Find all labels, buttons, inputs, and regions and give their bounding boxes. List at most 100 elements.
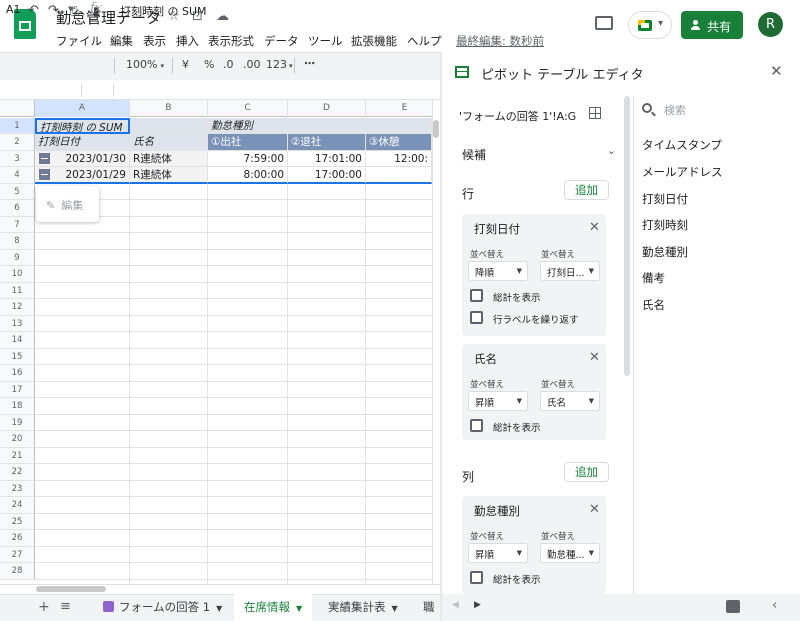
empty-row[interactable] <box>35 398 432 415</box>
number-format-select[interactable]: 123 ▾ <box>266 58 293 71</box>
cell-a4[interactable]: 2023/01/29 <box>35 167 130 184</box>
row-header[interactable]: 27 <box>0 546 35 563</box>
chevron-down-icon[interactable]: ▼ <box>216 604 222 613</box>
row-header[interactable]: 6 <box>0 200 35 217</box>
row-header[interactable]: 26 <box>0 530 35 547</box>
field-item[interactable]: タイムスタンプ <box>642 137 722 153</box>
decrease-decimal-button[interactable]: .0 <box>223 58 234 71</box>
empty-row[interactable] <box>35 514 432 530</box>
row-header[interactable]: 9 <box>0 249 35 266</box>
column-header-d[interactable]: D <box>288 100 366 117</box>
sheet-tab-summary[interactable]: 実績集計表 ▼ <box>318 594 408 621</box>
empty-row[interactable] <box>35 250 432 266</box>
menu-tools[interactable]: ツール <box>308 33 343 49</box>
row-header[interactable]: 13 <box>0 315 35 332</box>
add-column-button[interactable]: 追加 <box>564 462 609 482</box>
sort-order-select[interactable]: 昇順 ▼ <box>468 543 528 563</box>
share-button[interactable]: 共有 <box>681 11 743 39</box>
more-button[interactable]: ⋯ <box>304 57 315 70</box>
cell-d4[interactable]: 17:00:00 <box>288 167 366 184</box>
field-item[interactable]: 打刻日付 <box>642 191 688 207</box>
close-icon[interactable]: ✕ <box>589 350 600 365</box>
show-totals-checkbox[interactable] <box>470 571 483 584</box>
empty-row[interactable] <box>35 316 432 332</box>
explore-icon[interactable] <box>726 600 740 613</box>
field-item[interactable]: メールアドレス <box>642 164 723 180</box>
collapse-icon[interactable] <box>39 169 50 180</box>
row-header[interactable]: 12 <box>0 299 35 316</box>
empty-row[interactable] <box>35 547 432 563</box>
column-header-b[interactable]: B <box>130 100 208 117</box>
vertical-scroll-thumb[interactable] <box>433 120 439 138</box>
empty-row[interactable] <box>35 299 432 316</box>
sheet-tab-partial[interactable]: 職 <box>413 594 439 621</box>
add-row-button[interactable]: 追加 <box>564 180 609 200</box>
row-header[interactable]: 16 <box>0 365 35 382</box>
field-item[interactable]: 勤怠種別 <box>642 244 688 260</box>
row-header[interactable]: 23 <box>0 480 35 497</box>
row-header[interactable]: 4 <box>0 167 35 184</box>
row-header[interactable]: 18 <box>0 398 35 415</box>
percent-button[interactable]: % <box>204 58 214 71</box>
empty-row[interactable] <box>35 563 432 580</box>
cell-b3[interactable]: R連続体 <box>130 150 208 167</box>
menu-insert[interactable]: 挿入 <box>176 33 199 49</box>
cell-a3[interactable]: 2023/01/30 <box>35 150 130 167</box>
empty-row[interactable] <box>35 481 432 497</box>
menu-format[interactable]: 表示形式 <box>208 33 254 49</box>
show-totals-checkbox[interactable] <box>470 419 483 432</box>
show-totals-checkbox[interactable] <box>470 289 483 302</box>
empty-row[interactable] <box>35 349 432 365</box>
row-header[interactable]: 17 <box>0 381 35 398</box>
row-header[interactable]: 11 <box>0 282 35 299</box>
cell-b2[interactable]: 氏名 <box>130 134 208 151</box>
chevron-down-icon[interactable]: ⌄ <box>607 144 616 157</box>
cell-b1[interactable] <box>130 117 208 134</box>
cell-b4[interactable]: R連続体 <box>130 167 208 184</box>
sort-by-select[interactable]: 勤怠種... ▼ <box>540 543 600 563</box>
close-icon[interactable]: ✕ <box>589 220 600 235</box>
vertical-scrollbar[interactable] <box>432 100 440 584</box>
zoom-select[interactable]: 100% ▾ <box>126 58 164 71</box>
menu-view[interactable]: 表示 <box>143 33 166 49</box>
row-header[interactable]: 24 <box>0 497 35 514</box>
row-header[interactable]: 21 <box>0 447 35 464</box>
chevron-down-icon[interactable]: ▼ <box>296 604 302 613</box>
empty-row[interactable] <box>35 382 432 398</box>
avatar[interactable]: R <box>758 12 783 37</box>
last-edit-link[interactable]: 最終編集: 数秒前 <box>456 33 544 49</box>
cell-d2[interactable]: ②退社 <box>288 134 366 151</box>
row-header[interactable]: 19 <box>0 414 35 431</box>
cell-e4[interactable] <box>366 167 432 184</box>
row-header[interactable]: 10 <box>0 266 35 283</box>
sort-order-select[interactable]: 昇順 ▼ <box>468 391 528 411</box>
row-header[interactable]: 20 <box>0 431 35 448</box>
row-header[interactable]: 7 <box>0 216 35 233</box>
scroll-right-icon[interactable]: ▶ <box>474 600 481 610</box>
empty-row[interactable] <box>35 497 432 514</box>
cloud-icon[interactable]: ☁ <box>216 9 229 24</box>
cell-c3[interactable]: 7:59:00 <box>208 150 288 167</box>
spreadsheet-grid[interactable]: A B C D E 打刻時刻 の SUM 勤怠種別 打刻日付 氏名 ①出社 ②退… <box>0 100 432 584</box>
row-header[interactable]: 3 <box>0 150 35 167</box>
cell-a1[interactable]: 打刻時刻 の SUM <box>35 117 130 134</box>
repeat-labels-checkbox[interactable] <box>470 311 483 324</box>
pivot-edit-chip[interactable]: ✎ 編集 <box>36 186 99 222</box>
column-header-c[interactable]: C <box>208 100 288 117</box>
cell-e3[interactable]: 12:00: <box>366 150 432 167</box>
sheet-tab-form-responses[interactable]: フォームの回答 1 ▼ <box>93 594 232 621</box>
cell-c1[interactable]: 勤怠種別 <box>208 117 432 134</box>
column-header-a[interactable]: A <box>35 100 130 117</box>
empty-row[interactable] <box>35 266 432 283</box>
empty-row[interactable] <box>35 448 432 464</box>
select-all-corner[interactable] <box>0 100 35 117</box>
row-header[interactable]: 14 <box>0 332 35 349</box>
empty-row[interactable] <box>35 530 432 547</box>
close-icon[interactable]: ✕ <box>770 62 783 80</box>
empty-row[interactable] <box>35 464 432 481</box>
menu-edit[interactable]: 編集 <box>110 33 133 49</box>
empty-row[interactable] <box>35 431 432 448</box>
increase-decimal-button[interactable]: .00 <box>243 58 261 71</box>
empty-row[interactable] <box>35 365 432 382</box>
field-item[interactable]: 氏名 <box>642 297 665 313</box>
